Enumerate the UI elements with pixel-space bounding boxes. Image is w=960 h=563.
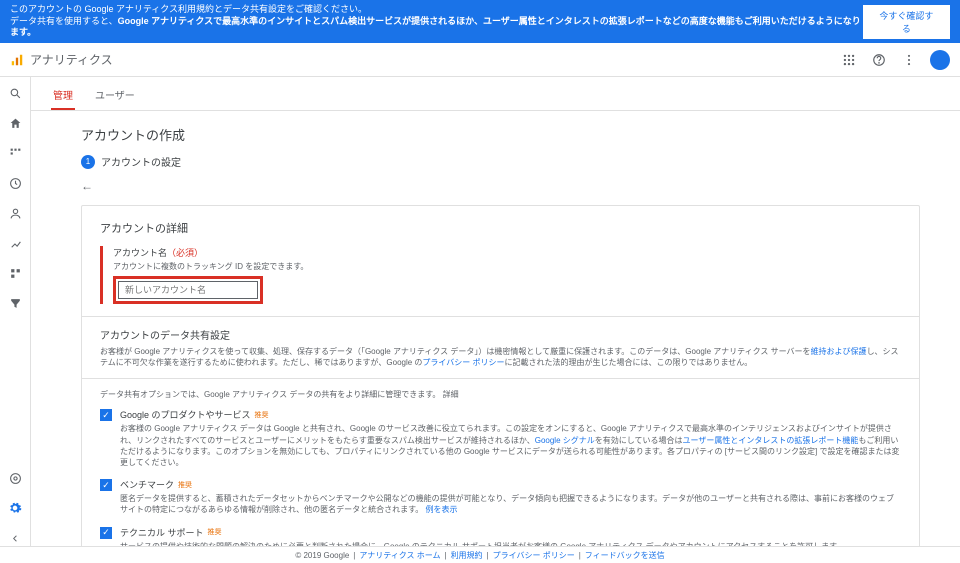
check-desc: お客様の Google アナリティクス データは Google と共有され、Go… [120,423,901,468]
realtime-icon[interactable] [7,175,23,191]
field-label: アカウント名（必須） [113,246,901,259]
maintain-protect-link[interactable]: 維持および保護 [811,347,867,356]
app-title: アナリティクス [30,51,840,68]
conversions-icon[interactable] [7,295,23,311]
discover-icon[interactable] [7,470,23,486]
details-link[interactable]: 詳細 [443,390,459,399]
privacy-policy-link[interactable]: プライバシー ポリシー [422,358,504,367]
share-desc: お客様が Google アナリティクスを使って収集、処理、保存するデータ（「Go… [100,346,901,368]
audience-icon[interactable] [7,205,23,221]
check-title: テクニカル サポート推奨 [120,526,901,539]
checkbox[interactable]: ✓ [100,479,112,491]
main: 管理 ユーザー アカウントの作成 1 アカウントの設定 ← アカウントの詳細 ア… [0,77,960,546]
divider [82,378,919,379]
analytics-logo-icon [10,53,24,67]
back-arrow-icon[interactable]: ← [81,179,93,193]
check-desc: サービスの提供や技術的な問題の解決のために必要と判断された場合に、Google … [120,541,901,547]
account-name-input[interactable] [118,281,258,299]
page-title: アカウントの作成 [81,125,920,144]
field-help: アカウントに複数のトラッキング ID を設定できます。 [113,261,901,272]
highlight-annotation [113,276,263,304]
page-footer: © 2019 Google | アナリティクス ホーム | 利用規約 | プライ… [0,546,960,563]
checkbox-row-products: ✓ Google のプロダクトやサービス推奨 お客様の Google アナリティ… [100,408,901,468]
recommended-badge: 推奨 [178,480,192,490]
footer-link-feedback[interactable]: フィードバックを送信 [585,550,665,561]
check-title: ベンチマーク推奨 [120,478,901,491]
recommended-badge: 推奨 [208,527,222,537]
banner-line1: このアカウントの Google アナリティクス利用規約とデータ共有設定をご確認く… [10,4,367,14]
search-icon[interactable] [7,85,23,101]
tab-user[interactable]: ユーザー [93,83,137,110]
banner-line2-prefix: データ共有を使用すると、 [10,16,118,26]
sidebar [0,77,30,546]
option-note: データ共有オプションでは、Google アナリティクス データの共有をより詳細に… [100,389,901,400]
footer-link-privacy[interactable]: プライバシー ポリシー [493,550,575,561]
avatar[interactable] [930,50,950,70]
checkbox-row-support: ✓ テクニカル サポート推奨 サービスの提供や技術的な問題の解決のために必要と判… [100,526,901,547]
recommended-badge: 推奨 [255,410,269,420]
card-section-title: アカウントの詳細 [100,220,901,236]
example-link[interactable]: 例を表示 [426,505,458,514]
notification-banner: このアカウントの Google アナリティクス利用規約とデータ共有設定をご確認く… [0,0,960,43]
google-signals-link[interactable]: Google シグナル [535,436,595,445]
topbar: アナリティクス [0,43,960,77]
customization-icon[interactable] [7,145,23,161]
checkbox[interactable]: ✓ [100,527,112,539]
tab-admin[interactable]: 管理 [51,83,75,110]
home-icon[interactable] [7,115,23,131]
demographics-link[interactable]: ユーザー属性とインタレストの拡張レポート機能 [683,436,859,445]
help-icon[interactable] [870,51,888,69]
account-name-field: アカウント名（必須） アカウントに複数のトラッキング ID を設定できます。 [100,246,901,304]
acquisition-icon[interactable] [7,235,23,251]
account-details-card: アカウントの詳細 アカウント名（必須） アカウントに複数のトラッキング ID を… [81,205,920,546]
check-desc: 匿名データを提供すると、蓄積されたデータセットからベンチマークや公開などの機能の… [120,493,901,515]
copyright: © 2019 Google [295,551,349,560]
behavior-icon[interactable] [7,265,23,281]
checkbox[interactable]: ✓ [100,409,112,421]
tabs: 管理 ユーザー [31,77,960,111]
admin-gear-icon[interactable] [7,500,23,516]
page: アカウントの作成 1 アカウントの設定 ← アカウントの詳細 アカウント名（必須… [31,111,960,546]
banner-confirm-button[interactable]: 今すぐ確認する [863,5,950,39]
step-row: 1 アカウントの設定 [81,154,920,169]
share-title: アカウントのデータ共有設定 [100,327,901,342]
collapse-icon[interactable] [7,530,23,546]
checkbox-row-benchmark: ✓ ベンチマーク推奨 匿名データを提供すると、蓄積されたデータセットからベンチマ… [100,478,901,515]
footer-link-home[interactable]: アナリティクス ホーム [359,550,440,561]
apps-icon[interactable] [840,51,858,69]
divider [82,316,919,317]
check-title: Google のプロダクトやサービス推奨 [120,408,901,421]
step-label: アカウントの設定 [101,154,181,169]
topbar-icons [840,50,950,70]
footer-link-terms[interactable]: 利用規約 [451,550,483,561]
kebab-icon[interactable] [900,51,918,69]
banner-line2-bold: Google アナリティクスで最高水準のインサイトとスパム検出サービスが提供され… [10,16,861,38]
step-number: 1 [81,155,95,169]
content: 管理 ユーザー アカウントの作成 1 アカウントの設定 ← アカウントの詳細 ア… [30,77,960,546]
banner-text: このアカウントの Google アナリティクス利用規約とデータ共有設定をご確認く… [10,4,863,39]
